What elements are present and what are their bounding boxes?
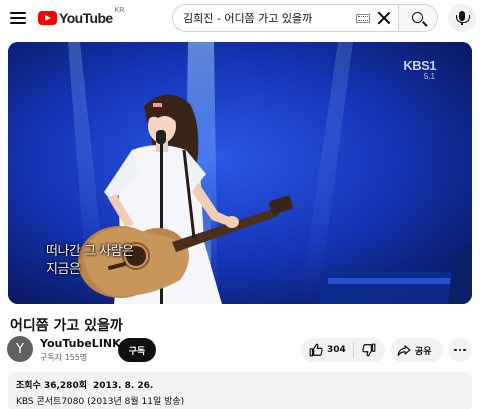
search-button[interactable] bbox=[398, 4, 438, 32]
share-label: 공유 bbox=[415, 346, 432, 357]
keyboard-icon[interactable] bbox=[356, 13, 370, 23]
like-button[interactable]: 304 bbox=[301, 338, 353, 362]
dislike-icon bbox=[362, 343, 376, 357]
more-actions-button[interactable] bbox=[448, 338, 472, 362]
more-icon bbox=[454, 348, 457, 352]
search-query: 김희진 - 어디쯤 가고 있을까 bbox=[183, 12, 313, 25]
channel-name[interactable]: YouTubeLINK bbox=[40, 337, 121, 350]
subscribe-button[interactable]: 구독 bbox=[118, 338, 156, 362]
subscriber-count: 구독자 155명 bbox=[40, 353, 88, 362]
search-icon bbox=[412, 12, 423, 23]
description-box[interactable]: 조회수 36,280회 2013. 8. 26. KBS 콘서트7080 (201… bbox=[8, 372, 472, 409]
clear-icon[interactable] bbox=[376, 10, 392, 26]
top-bar: YouTube KR 김희진 - 어디쯤 가고 있을까 bbox=[0, 0, 480, 36]
channel-watermark-sub: 5.1 bbox=[423, 72, 435, 81]
description-meta: 조회수 36,280회 2013. 8. 26. bbox=[16, 378, 464, 391]
subtitle-line-1: 떠나간 그 사람은 bbox=[46, 244, 134, 259]
search-input[interactable]: 김희진 - 어디쯤 가고 있을까 bbox=[172, 4, 398, 32]
video-player[interactable]: KBS1 5.1 떠나간 그 사람은 지금은 bbox=[8, 42, 472, 304]
upload-date: 2013. 8. 26. bbox=[92, 381, 154, 391]
like-count: 304 bbox=[327, 345, 346, 355]
description-text: KBS 콘서트7080 (2013년 8월 11일 방송) bbox=[16, 397, 185, 407]
share-button[interactable]: 공유 bbox=[391, 338, 443, 362]
video-title: 어디쯤 가고 있을까 bbox=[10, 318, 123, 334]
channel-watermark: KBS1 bbox=[403, 58, 436, 73]
mic-icon bbox=[456, 11, 470, 25]
youtube-logo-icon bbox=[38, 11, 57, 25]
avatar[interactable]: Y bbox=[7, 336, 33, 362]
menu-icon[interactable] bbox=[6, 6, 30, 30]
dislike-button[interactable] bbox=[354, 338, 384, 362]
like-icon bbox=[309, 343, 323, 357]
subtitle-line-2: 지금은 bbox=[46, 262, 81, 277]
share-icon bbox=[397, 345, 411, 356]
youtube-logo[interactable]: YouTube KR bbox=[38, 7, 125, 28]
logo-region: KR bbox=[114, 7, 125, 14]
like-dislike-group: 304 bbox=[301, 338, 385, 362]
voice-search-button[interactable] bbox=[448, 4, 476, 32]
view-count: 조회수 36,280회 bbox=[16, 381, 87, 391]
logo-text: YouTube bbox=[59, 10, 113, 26]
search-bar: 김희진 - 어디쯤 가고 있을까 bbox=[172, 4, 438, 32]
